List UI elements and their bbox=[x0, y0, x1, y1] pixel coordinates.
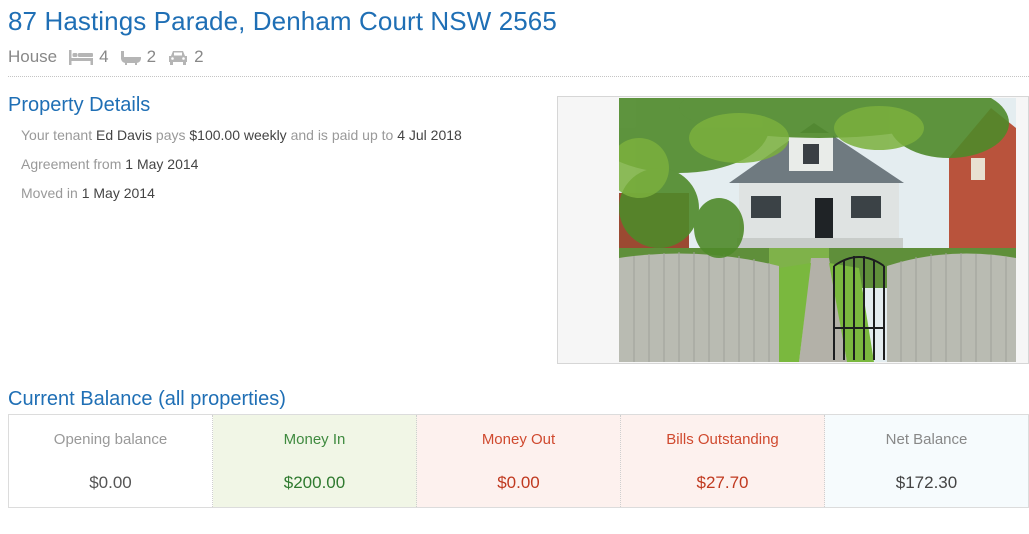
agreement-line: Agreement from 1 May 2014 bbox=[21, 155, 462, 184]
money-out-label: Money Out bbox=[481, 431, 556, 448]
bath-icon bbox=[120, 50, 141, 65]
property-photo-frame bbox=[557, 96, 1029, 364]
agreement-label: Agreement from bbox=[21, 156, 122, 172]
bathrooms: 2 bbox=[120, 47, 157, 67]
pays-label: pays bbox=[155, 127, 186, 143]
bathroom-count: 2 bbox=[146, 47, 157, 66]
money-in-cell[interactable]: Money In $200.00 bbox=[213, 415, 417, 507]
tenant-name: Ed Davis bbox=[96, 127, 153, 143]
money-in-amount: $200.00 bbox=[283, 473, 346, 492]
opening-balance-label: Opening balance bbox=[53, 431, 168, 448]
header-divider bbox=[8, 76, 1029, 77]
bed-icon bbox=[69, 49, 94, 65]
bills-outstanding-cell[interactable]: Bills Outstanding $27.70 bbox=[621, 415, 825, 507]
property-details: Your tenant Ed Davis pays $100.00 weekly… bbox=[21, 126, 462, 213]
car-space-count: 2 bbox=[194, 47, 204, 66]
bills-outstanding-label: Bills Outstanding bbox=[666, 431, 779, 448]
opening-balance-cell: Opening balance $0.00 bbox=[9, 415, 213, 507]
money-out-cell[interactable]: Money Out $0.00 bbox=[417, 415, 621, 507]
property-details-title: Property Details bbox=[8, 94, 151, 116]
moved-in-line: Moved in 1 May 2014 bbox=[21, 184, 462, 213]
property-type: House bbox=[8, 47, 58, 66]
net-balance-label: Net Balance bbox=[885, 431, 968, 448]
tenant-line: Your tenant Ed Davis pays $100.00 weekly… bbox=[21, 126, 462, 155]
rent-amount: $100.00 weekly bbox=[189, 127, 287, 143]
bedroom-count: 4 bbox=[99, 47, 109, 66]
net-balance-amount: $172.30 bbox=[895, 473, 958, 492]
car-spaces: 2 bbox=[168, 47, 204, 67]
current-balance-title: Current Balance (all properties) bbox=[8, 388, 286, 410]
bedrooms: 4 bbox=[69, 47, 109, 67]
paid-up-label: and is paid up to bbox=[290, 127, 394, 143]
moved-in-label: Moved in bbox=[21, 185, 78, 201]
money-in-label: Money In bbox=[283, 431, 346, 448]
property-meta: House 4 2 2 bbox=[8, 45, 216, 69]
moved-in-date: 1 May 2014 bbox=[81, 185, 155, 201]
net-balance-cell: Net Balance $172.30 bbox=[825, 415, 1028, 507]
car-icon bbox=[169, 50, 188, 65]
tenant-prefix: Your tenant bbox=[21, 127, 93, 143]
opening-balance-amount: $0.00 bbox=[89, 473, 132, 492]
balance-summary: Opening balance $0.00 Money In $200.00 M… bbox=[8, 414, 1029, 508]
bills-outstanding-amount: $27.70 bbox=[696, 473, 749, 492]
property-address: 87 Hastings Parade, Denham Court NSW 256… bbox=[8, 6, 557, 36]
paid-up-date: 4 Jul 2018 bbox=[397, 127, 462, 143]
property-photo[interactable] bbox=[619, 98, 1016, 362]
agreement-date: 1 May 2014 bbox=[125, 156, 199, 172]
money-out-amount: $0.00 bbox=[497, 473, 540, 492]
